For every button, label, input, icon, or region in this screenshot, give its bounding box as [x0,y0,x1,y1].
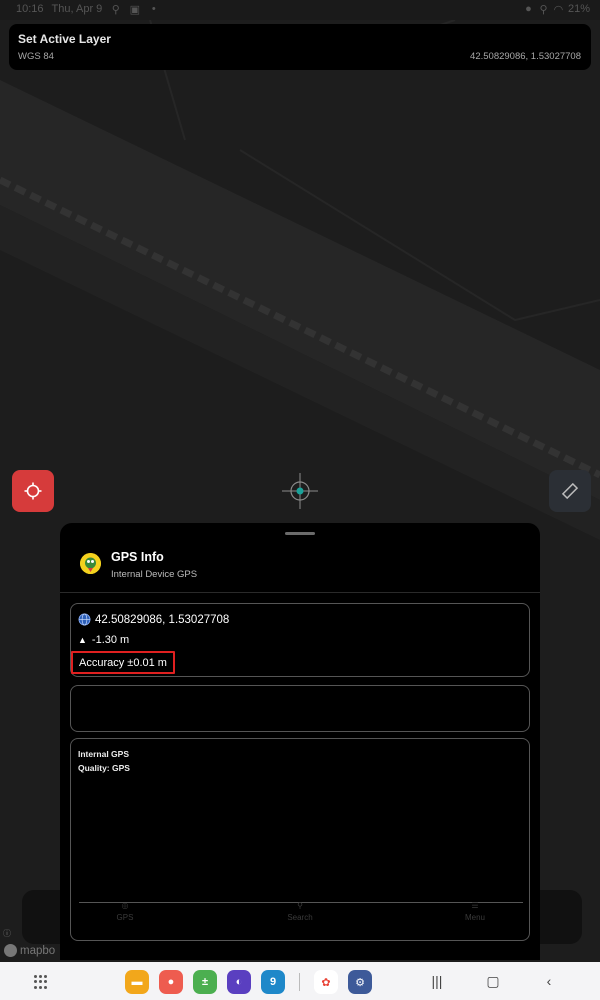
calendar-day: 9 [269,976,277,988]
empty-info-card [70,685,530,732]
position-card: 42.50829086, 1.53027708 ▲ -1.30 m Accura… [70,603,530,677]
gps-coordinates: 42.50829086, 1.53027708 [95,613,230,626]
gps-quality: Quality: GPS [78,763,130,773]
altitude-row: ▲ -1.30 m [78,634,129,646]
status-time: 10:16 [16,3,44,15]
sheet-title: GPS Info [111,550,164,564]
altitude-arrow-icon: ▲ [78,635,87,645]
app-drawer-icon[interactable] [34,975,48,989]
tab-gps-label: GPS [116,913,134,922]
app-dock: ▬ ● ± ◐ 9 ✿ ⚙ [125,970,372,994]
system-nav-bar: ▬ ● ± ◐ 9 ✿ ⚙ ||| ▢ ‹ [0,962,600,1000]
gps-source: Internal GPS [78,749,130,759]
image-icon: ▣ [129,3,140,16]
gps-app-logo [80,553,101,574]
wifi-icon: ◠ [553,3,564,16]
dot-icon: • [151,3,156,15]
back-icon[interactable]: ‹ [540,973,558,989]
search-icon: ⚲ [297,901,303,910]
layer-coordinates: 42.50829086, 1.53027708 [470,51,581,62]
status-bar: 10:16 Thu, Apr 9 ⚲ ▣ • ● ⚲ ◠ 21% [0,0,600,20]
attribution-info-icon[interactable]: ⓘ [3,928,11,939]
contacts-app-icon[interactable]: ● [159,970,183,994]
menu-icon: ☰ [471,901,479,910]
sheet-drag-handle[interactable] [285,532,315,535]
tab-search-label: Search [287,913,313,922]
sheet-subtitle: Internal Device GPS [111,569,198,580]
gps-info-sheet: GPS Info Internal Device GPS 42.50829086… [60,523,540,960]
tab-search[interactable]: ⚲ Search [275,901,325,941]
layer-datum: WGS 84 [18,51,54,62]
globe-icon [78,613,91,626]
location-pin-icon: ⚲ [111,3,120,16]
altitude-value: -1.30 m [91,634,130,646]
ruler-icon [561,482,579,500]
location-icon: ⚲ [539,3,548,16]
tab-menu[interactable]: ☰ Menu [450,901,500,941]
tab-gps[interactable]: ◎ GPS [100,901,150,941]
battery-level: 21% [567,3,590,15]
browser-app-icon[interactable]: ◐ [227,970,251,994]
accuracy-value: Accuracy ±0.01 m [71,651,175,674]
mapbox-attribution: mapbo [4,944,55,957]
coordinates-row: 42.50829086, 1.53027708 [78,613,229,626]
home-icon[interactable]: ▢ [484,973,502,989]
sheet-divider [60,592,540,593]
faded-tab-bar: ◎ GPS ⚲ Search ☰ Menu [80,901,520,941]
dock-separator [299,973,300,991]
map-center-crosshair [280,471,320,511]
files-app-icon[interactable]: ▬ [125,970,149,994]
calculator-app-icon[interactable]: ± [193,970,217,994]
recent-apps-icon[interactable]: ||| [428,973,446,989]
status-date: Thu, Apr 9 [51,3,103,15]
sync-icon: ● [525,3,532,15]
mapbox-logo-icon [4,944,17,957]
gps-tab-icon: ◎ [121,901,129,910]
active-layer-card[interactable]: Set Active Layer WGS 84 42.50829086, 1.5… [9,24,591,70]
crosshair-icon [282,473,318,509]
tab-menu-label: Menu [464,913,485,922]
crosshair-target-icon [24,482,42,500]
calendar-app-icon[interactable]: 9 [261,970,285,994]
layer-title: Set Active Layer [18,32,111,46]
locate-button[interactable] [12,470,54,512]
mapbox-brand: mapbo [20,944,56,957]
photos-app-icon[interactable]: ✿ [314,970,338,994]
measure-button[interactable] [549,470,591,512]
settings-app-icon[interactable]: ⚙ [348,970,372,994]
